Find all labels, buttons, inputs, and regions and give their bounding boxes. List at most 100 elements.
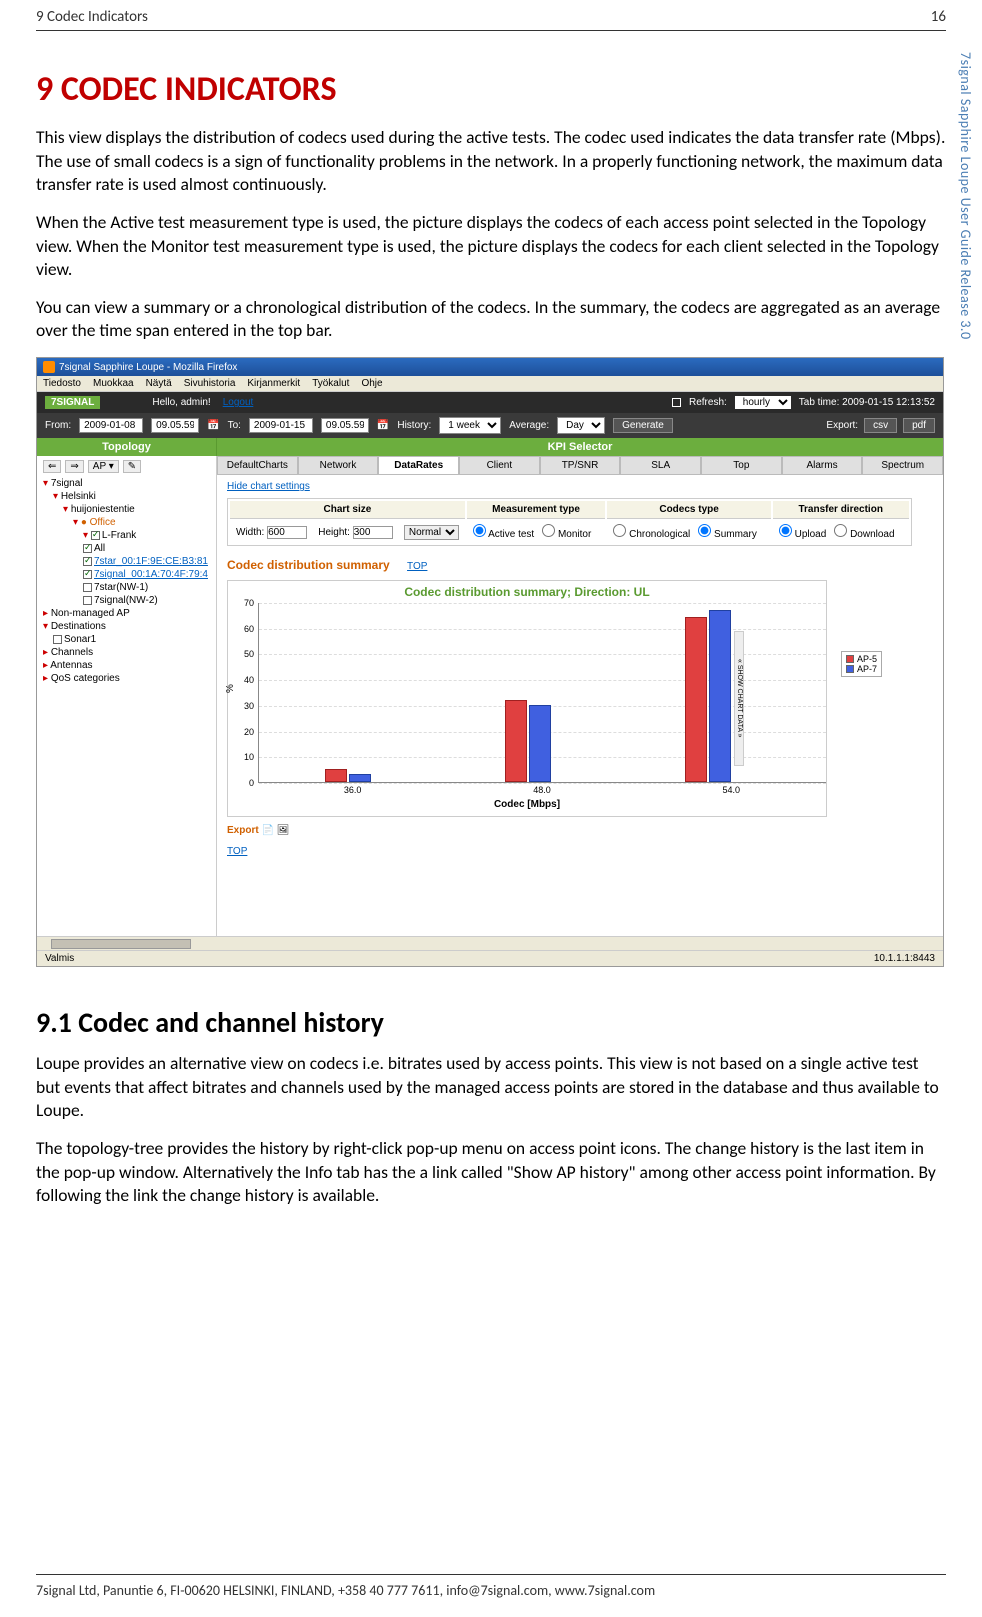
- tree-item[interactable]: ▾ huijoniestentie: [43, 503, 210, 516]
- tree-item[interactable]: ▾ L-Frank: [43, 529, 210, 542]
- tree-item[interactable]: 7signal(NW-2): [43, 594, 210, 607]
- sidebar-nav-button[interactable]: ⇐: [43, 460, 61, 473]
- browser-statusbar: Valmis 10.1.1.1:8443: [37, 950, 943, 966]
- chart-bar: [685, 617, 707, 782]
- refresh-checkbox[interactable]: [672, 398, 681, 407]
- tab-sla[interactable]: SLA: [620, 456, 701, 475]
- chart-settings-table: Chart size Measurement type Codecs type …: [227, 498, 912, 546]
- tree-item[interactable]: Sonar1: [43, 633, 210, 646]
- app-screenshot: 7signal Sapphire Loupe - Mozilla Firefox…: [36, 357, 944, 967]
- tree-item[interactable]: 7signal_00:1A:70:4F:79:4: [43, 568, 210, 581]
- filter-bar: From: 📅 To: 📅 History: 1 week Average: D…: [37, 413, 943, 438]
- legend-item: AP-5: [846, 654, 877, 664]
- export-label-bottom: Export: [227, 825, 259, 836]
- browser-menu-item[interactable]: Ohje: [361, 378, 382, 389]
- browser-menu-item[interactable]: Kirjanmerkit: [247, 378, 300, 389]
- paragraph-history-2: The topology-tree provides the history b…: [36, 1137, 946, 1208]
- page-footer: 7signal Ltd, Panuntie 6, FI-00620 HELSIN…: [36, 1582, 946, 1599]
- chart-bar: [529, 705, 551, 782]
- browser-menu-item[interactable]: Muokkaa: [93, 378, 134, 389]
- tree-item[interactable]: ▸ Non-managed AP: [43, 607, 210, 620]
- calendar-icon[interactable]: 📅: [377, 420, 389, 431]
- footer-rule: [36, 1574, 946, 1575]
- logout-link[interactable]: Logout: [223, 397, 254, 408]
- hide-chart-settings-link[interactable]: Hide chart settings: [217, 475, 320, 498]
- tab-datarates[interactable]: DataRates: [378, 456, 459, 475]
- section-title-row: Codec distribution summary TOP: [217, 554, 943, 576]
- settings-header-measurement: Measurement type: [467, 501, 605, 519]
- tree-item[interactable]: ▸ Channels: [43, 646, 210, 659]
- browser-menu-item[interactable]: Tiedosto: [43, 378, 81, 389]
- tab-time: Tab time: 2009-01-15 12:13:52: [799, 397, 935, 408]
- tree-item[interactable]: ▾ Destinations: [43, 620, 210, 633]
- to-time-input[interactable]: [321, 418, 369, 433]
- export-label: Export:: [826, 420, 858, 431]
- header-left: 9 Codec Indicators: [36, 8, 148, 26]
- browser-menu-item[interactable]: Sivuhistoria: [184, 378, 236, 389]
- tree-item[interactable]: All: [43, 542, 210, 555]
- export-img-icon[interactable]: 🖼: [277, 825, 290, 836]
- sidebar-nav-button[interactable]: ✎: [123, 460, 141, 473]
- export-row: Export 📄 🖼: [217, 821, 943, 840]
- chart-side-handle[interactable]: « SHOW CHART DATA »: [734, 631, 744, 766]
- browser-menu-bar: Tiedosto Muokkaa Näytä Sivuhistoria Kirjanme…: [37, 376, 943, 392]
- tab-spectrum[interactable]: Spectrum: [862, 456, 943, 475]
- refresh-label: Refresh:: [689, 397, 727, 408]
- generate-button[interactable]: Generate: [613, 418, 673, 433]
- settings-codecs-cell: Chronological Summary: [607, 521, 771, 543]
- scrollbar-thumb[interactable]: [51, 939, 191, 949]
- tree-item[interactable]: ▾ 7signal: [43, 477, 210, 490]
- browser-menu-item[interactable]: Työkalut: [312, 378, 349, 389]
- export-csv-icon[interactable]: 📄: [261, 825, 273, 836]
- tab-defaultcharts[interactable]: DefaultCharts: [217, 456, 298, 475]
- tree-item[interactable]: ▾ ● Office: [43, 516, 210, 529]
- export-csv-button[interactable]: csv: [864, 418, 897, 433]
- status-text: Valmis: [45, 953, 74, 964]
- sidebar-nav-button[interactable]: ⇒: [65, 460, 83, 473]
- width-input[interactable]: [267, 526, 307, 539]
- tab-top[interactable]: Top: [701, 456, 782, 475]
- size-mode-select[interactable]: Normal: [404, 525, 459, 540]
- top-link-bottom[interactable]: TOP: [227, 846, 247, 857]
- horizontal-scrollbar[interactable]: [37, 936, 943, 950]
- chart-title: Codec distribution summary; Direction: U…: [228, 581, 826, 603]
- tab-alarms[interactable]: Alarms: [782, 456, 863, 475]
- chart-legend: AP-5AP-7: [841, 651, 882, 677]
- codecs-type-option[interactable]: Summary: [698, 529, 757, 540]
- chart-x-axis: 36.048.054.0: [228, 783, 826, 797]
- from-time-input[interactable]: [151, 418, 199, 433]
- tree-item[interactable]: 7star(NW-1): [43, 581, 210, 594]
- history-select[interactable]: 1 week: [439, 417, 501, 434]
- chart-bar: [349, 774, 371, 782]
- firefox-icon: [43, 361, 55, 373]
- tab-tp/snr[interactable]: TP/SNR: [540, 456, 621, 475]
- chart-bar: [709, 610, 731, 782]
- transfer-direction-option[interactable]: Upload: [779, 529, 826, 540]
- side-vertical-label: 7signal Sapphire Loupe User Guide Releas…: [957, 52, 974, 340]
- average-select[interactable]: Day: [557, 417, 605, 434]
- tree-item[interactable]: ▸ QoS categories: [43, 672, 210, 685]
- tab-network[interactable]: Network: [298, 456, 379, 475]
- to-date-input[interactable]: [249, 418, 313, 433]
- settings-header-size: Chart size: [230, 501, 465, 519]
- window-title: 7signal Sapphire Loupe - Mozilla Firefox: [59, 362, 237, 373]
- refresh-select[interactable]: hourly: [735, 396, 791, 409]
- tree-item[interactable]: ▾ Helsinki: [43, 490, 210, 503]
- calendar-icon[interactable]: 📅: [207, 420, 219, 431]
- top-link[interactable]: TOP: [407, 561, 427, 572]
- measurement-option[interactable]: Monitor: [542, 529, 591, 540]
- app-topbar: 7SIGNAL Hello, admin! Logout Refresh: ho…: [37, 392, 943, 413]
- from-date-input[interactable]: [79, 418, 143, 433]
- tree-item[interactable]: ▸ Antennas: [43, 659, 210, 672]
- chart-bar: [325, 769, 347, 782]
- browser-menu-item[interactable]: Näytä: [146, 378, 172, 389]
- tree-item[interactable]: 7star_00:1F:9E:CE:B3:81: [43, 555, 210, 568]
- export-pdf-button[interactable]: pdf: [903, 418, 935, 433]
- sidebar-nav-button[interactable]: AP ▾: [88, 460, 119, 473]
- window-titlebar: 7signal Sapphire Loupe - Mozilla Firefox: [37, 358, 943, 376]
- transfer-direction-option[interactable]: Download: [834, 529, 894, 540]
- tab-client[interactable]: Client: [459, 456, 540, 475]
- measurement-option[interactable]: Active test: [473, 529, 534, 540]
- codecs-type-option[interactable]: Chronological: [613, 529, 690, 540]
- height-input[interactable]: [353, 526, 393, 539]
